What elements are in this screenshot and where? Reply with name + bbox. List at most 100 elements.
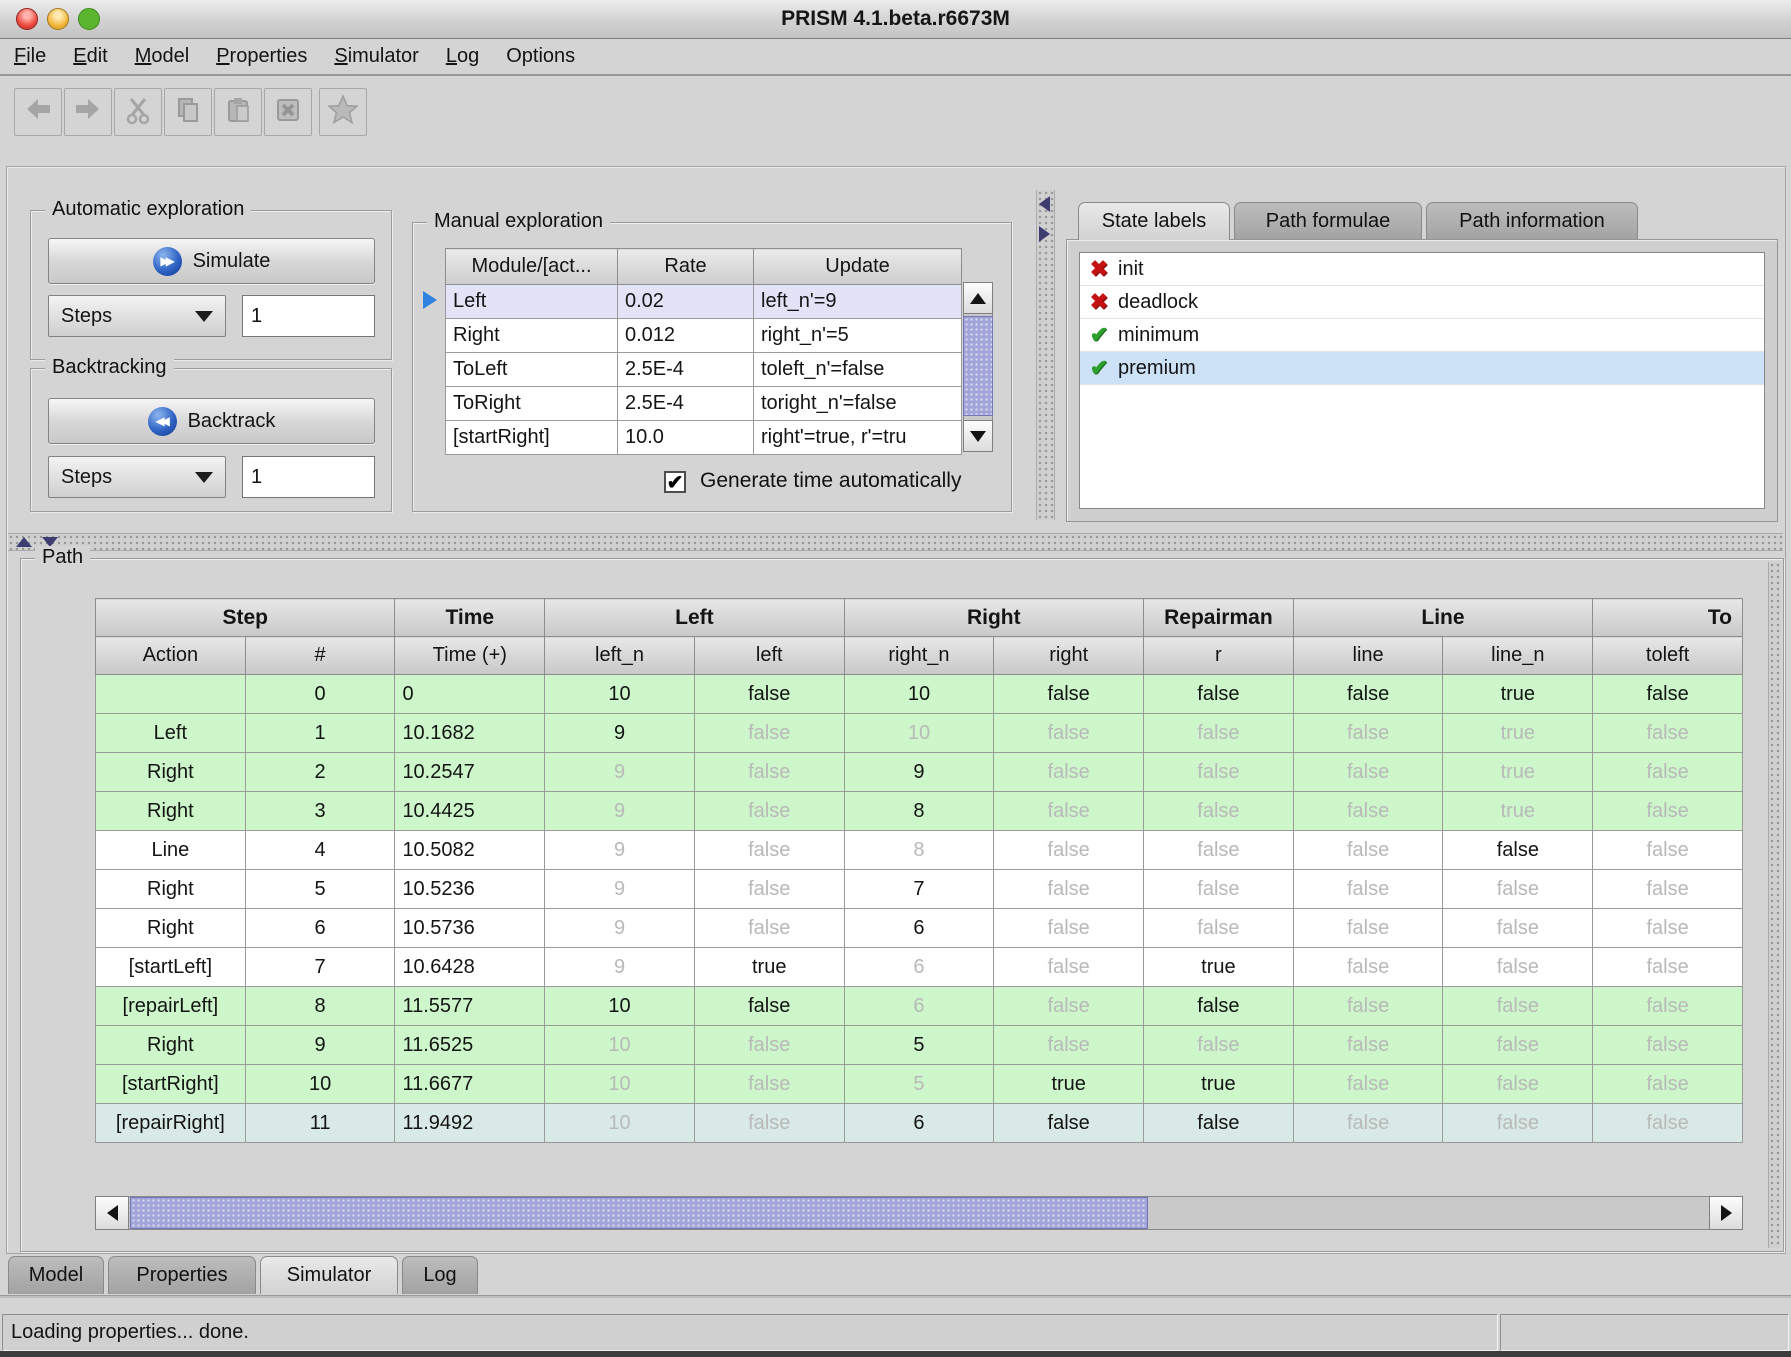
- path-hscrollbar-thumb[interactable]: [130, 1197, 1148, 1229]
- group-header-right[interactable]: Right: [844, 599, 1143, 637]
- state-label-init[interactable]: ✖init: [1080, 253, 1764, 286]
- path-row[interactable]: 0010false10falsefalsefalsetruefalse: [96, 675, 1743, 714]
- manual-row[interactable]: [startRight]10.0right'=true, r'=tru: [446, 421, 962, 455]
- path-row[interactable]: Left110.16829false10falsefalsefalsetruef…: [96, 714, 1743, 753]
- column-header-right_n[interactable]: right_n: [844, 637, 994, 675]
- group-header-step[interactable]: Step: [96, 599, 395, 637]
- expand-right-icon[interactable]: [1039, 226, 1050, 242]
- path-row[interactable]: Right510.52369false7falsefalsefalsefalse…: [96, 870, 1743, 909]
- status-progress-cell: [1500, 1314, 1789, 1351]
- manual-row[interactable]: ToLeft2.5E-4toleft_n'=false: [446, 353, 962, 387]
- menu-log[interactable]: Log: [446, 45, 479, 68]
- auto-steps-input[interactable]: [242, 295, 375, 337]
- step-cell: 8: [245, 987, 395, 1026]
- tab-path-information[interactable]: Path information: [1426, 202, 1638, 240]
- horizontal-splitter[interactable]: [8, 533, 1783, 551]
- tab-simulator[interactable]: Simulator: [260, 1256, 398, 1294]
- manual-col-header-1[interactable]: Rate: [618, 249, 754, 285]
- column-header-left[interactable]: left: [694, 637, 844, 675]
- time-cell: 10.4425: [395, 792, 545, 831]
- copy-button[interactable]: [164, 88, 212, 136]
- path-vscrollbar-collapsed[interactable]: [1768, 562, 1781, 1248]
- tab-log[interactable]: Log: [402, 1256, 478, 1294]
- triangle-down-icon: [970, 431, 986, 442]
- state-label-text: premium: [1118, 357, 1196, 380]
- manual-scroll-up-button[interactable]: [963, 282, 993, 314]
- column-header-Time+[interactable]: Time (+): [395, 637, 545, 675]
- column-header-#[interactable]: #: [245, 637, 395, 675]
- group-header-repairman[interactable]: Repairman: [1144, 599, 1294, 637]
- path-scroll-left-button[interactable]: [95, 1196, 129, 1230]
- zoom-window-icon[interactable]: [78, 8, 100, 30]
- paste-button[interactable]: [214, 88, 262, 136]
- group-header-left[interactable]: Left: [545, 599, 844, 637]
- column-header-line[interactable]: line: [1293, 637, 1443, 675]
- column-header-r[interactable]: r: [1144, 637, 1294, 675]
- simulate-button[interactable]: Simulate: [48, 238, 375, 284]
- column-header-right[interactable]: right: [994, 637, 1144, 675]
- action-cell: Right: [96, 1026, 246, 1065]
- state-label-premium[interactable]: ✔premium: [1080, 352, 1764, 385]
- delete-button[interactable]: [264, 88, 312, 136]
- value-cell: false: [1144, 792, 1294, 831]
- path-row[interactable]: [repairRight]1111.949210false6falsefalse…: [96, 1104, 1743, 1143]
- backtrack-steps-combo[interactable]: Steps: [48, 456, 226, 498]
- backtrack-button[interactable]: Backtrack: [48, 398, 375, 444]
- menu-edit[interactable]: Edit: [73, 45, 107, 68]
- manual-scroll-down-button[interactable]: [963, 420, 993, 452]
- column-header-Action[interactable]: Action: [96, 637, 246, 675]
- column-header-line_n[interactable]: line_n: [1443, 637, 1593, 675]
- path-row[interactable]: Right310.44259false8falsefalsefalsetruef…: [96, 792, 1743, 831]
- undo-button[interactable]: [14, 88, 62, 136]
- action-cell: [repairRight]: [96, 1104, 246, 1143]
- path-row[interactable]: [startLeft]710.64289true6falsetruefalsef…: [96, 948, 1743, 987]
- tab-state-labels[interactable]: State labels: [1078, 202, 1230, 240]
- state-label-minimum[interactable]: ✔minimum: [1080, 319, 1764, 352]
- backtrack-steps-input[interactable]: [242, 456, 375, 498]
- manual-scrollbar-thumb[interactable]: [963, 316, 993, 416]
- manual-col-header-2[interactable]: Update: [754, 249, 962, 285]
- minimize-window-icon[interactable]: [47, 8, 69, 30]
- column-header-left_n[interactable]: left_n: [545, 637, 695, 675]
- menu-properties[interactable]: Properties: [216, 45, 307, 68]
- path-row[interactable]: Right210.25479false9falsefalsefalsetruef…: [96, 753, 1743, 792]
- manual-row[interactable]: Right0.012right_n'=5: [446, 319, 962, 353]
- menu-model[interactable]: Model: [135, 45, 189, 68]
- menu-options[interactable]: Options: [506, 45, 575, 68]
- title-bar[interactable]: PRISM 4.1.beta.r6673M: [0, 0, 1791, 39]
- group-header-line[interactable]: Line: [1293, 599, 1592, 637]
- auto-steps-combo[interactable]: Steps: [48, 295, 226, 337]
- tab-model[interactable]: Model: [8, 1256, 104, 1294]
- path-row[interactable]: [repairLeft]811.557710false6falsefalsefa…: [96, 987, 1743, 1026]
- collapse-up-icon[interactable]: [16, 537, 32, 547]
- path-row[interactable]: Line410.50829false8falsefalsefalsefalsef…: [96, 831, 1743, 870]
- favorite-button[interactable]: [319, 88, 367, 136]
- value-cell: false: [1144, 753, 1294, 792]
- path-row[interactable]: Right610.57369false6falsefalsefalsefalse…: [96, 909, 1743, 948]
- generate-time-checkbox[interactable]: ✔: [664, 471, 686, 493]
- path-scroll-right-button[interactable]: [1709, 1196, 1743, 1230]
- tab-path-formulae[interactable]: Path formulae: [1234, 202, 1422, 240]
- manual-row[interactable]: ToRight2.5E-4toright_n'=false: [446, 387, 962, 421]
- cut-button[interactable]: [114, 88, 162, 136]
- value-cell: 9: [545, 753, 695, 792]
- column-header-toleft[interactable]: toleft: [1593, 637, 1743, 675]
- cut-icon: [122, 94, 154, 131]
- redo-button[interactable]: [64, 88, 112, 136]
- close-window-icon[interactable]: [16, 8, 38, 30]
- menu-simulator[interactable]: Simulator: [334, 45, 418, 68]
- value-cell: 9: [545, 792, 695, 831]
- value-cell: false: [1293, 753, 1443, 792]
- path-row[interactable]: Right911.652510false5falsefalsefalsefals…: [96, 1026, 1743, 1065]
- value-cell: false: [1593, 831, 1743, 870]
- path-row[interactable]: [startRight]1011.667710false5truetruefal…: [96, 1065, 1743, 1104]
- menu-file[interactable]: File: [14, 45, 46, 68]
- manual-table-header[interactable]: Module/[act...RateUpdate: [446, 249, 962, 285]
- state-label-deadlock[interactable]: ✖deadlock: [1080, 286, 1764, 319]
- tab-properties[interactable]: Properties: [108, 1256, 256, 1294]
- collapse-left-icon[interactable]: [1039, 196, 1050, 212]
- group-header-to[interactable]: To: [1593, 599, 1743, 637]
- manual-col-header-0[interactable]: Module/[act...: [446, 249, 618, 285]
- manual-row[interactable]: Left0.02left_n'=9: [446, 285, 962, 319]
- group-header-time[interactable]: Time: [395, 599, 545, 637]
